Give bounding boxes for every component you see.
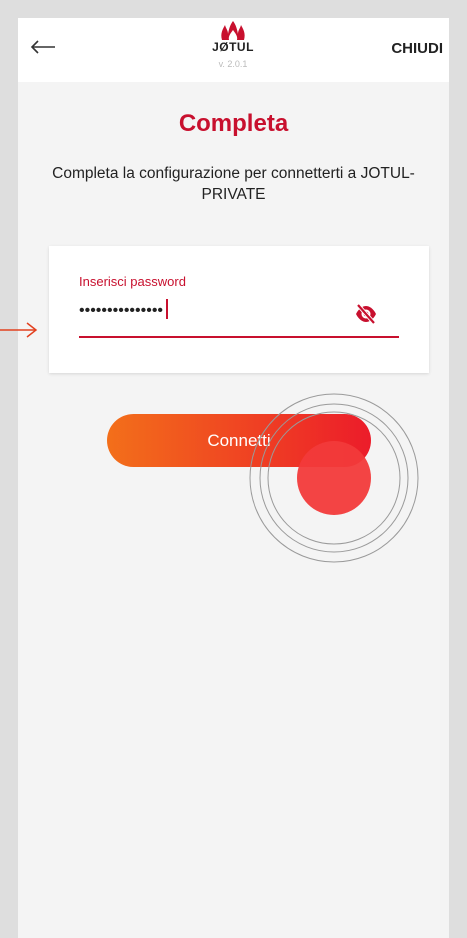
connect-button[interactable]: Connetti — [107, 414, 371, 467]
connect-button-label: Connetti — [207, 430, 271, 450]
back-button[interactable] — [26, 32, 60, 62]
password-label: Inserisci password — [79, 274, 186, 289]
arrow-right-icon — [0, 322, 38, 338]
app-header: JØTUL v. 2.0.1 CHIUDI — [18, 18, 449, 82]
close-button[interactable]: CHIUDI — [391, 40, 443, 57]
arrow-left-icon — [30, 40, 55, 54]
text-cursor — [166, 299, 168, 319]
password-input[interactable] — [79, 299, 317, 323]
logo-wordmark: JØTUL — [212, 40, 254, 54]
brand-logo: JØTUL v. 2.0.1 — [188, 18, 278, 82]
page-title: Completa — [178, 110, 289, 137]
flame-icon — [221, 21, 245, 40]
page-subtitle: Completa la configurazione per connetter… — [52, 165, 415, 203]
password-underline — [79, 336, 399, 338]
password-card: Inserisci password — [49, 246, 429, 373]
toggle-visibility-button[interactable] — [355, 303, 377, 325]
app-screen: JØTUL v. 2.0.1 CHIUDI Completa Completa … — [18, 18, 449, 938]
eye-off-icon — [356, 303, 376, 325]
app-version: v. 2.0.1 — [218, 59, 248, 69]
screen: JØTUL v. 2.0.1 CHIUDI Completa Completa … — [0, 0, 467, 938]
